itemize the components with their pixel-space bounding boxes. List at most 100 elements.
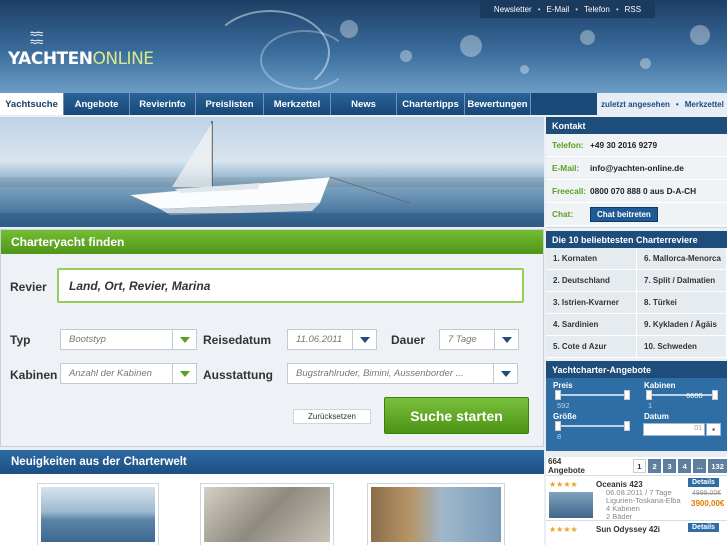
kontakt-phone: Telefon: +49 30 2016 9279 bbox=[546, 134, 727, 157]
reisedatum-select[interactable]: 11.06.2011 bbox=[287, 329, 377, 350]
tab-angebote[interactable]: Angebote bbox=[64, 93, 130, 115]
slider-handle[interactable] bbox=[712, 390, 718, 400]
charter-offers-filter: Yachtcharter-Angebote Preis 592 Kabinen … bbox=[546, 361, 727, 451]
tab-chartertipps[interactable]: Chartertipps bbox=[397, 93, 465, 115]
page-link[interactable]: 2 bbox=[647, 459, 662, 473]
dauer-label: Dauer bbox=[391, 333, 426, 347]
freecall-value: 0800 070 888 0 aus D-A-CH bbox=[590, 186, 697, 196]
dauer-value: 7 Tage bbox=[448, 334, 477, 345]
results-pager: 664 Angebote 1 2 3 4 ... 132 bbox=[546, 457, 727, 475]
top-links: Newsletter • E-Mail • Telefon • RSS bbox=[480, 0, 655, 18]
chevron-down-icon bbox=[500, 370, 511, 377]
price: 3900,00€ bbox=[691, 499, 725, 508]
site-logo[interactable]: ≈≈ ≈≈ YACHTENONLINE bbox=[8, 26, 154, 69]
site-header: Newsletter • E-Mail • Telefon • RSS ≈≈ ≈≈ YA… bbox=[0, 0, 727, 93]
kontakt-title: Kontakt bbox=[546, 117, 727, 134]
preis-min: 592 bbox=[557, 401, 570, 410]
old-price: 4999,00€ bbox=[692, 490, 722, 497]
slider-handle[interactable] bbox=[646, 390, 652, 400]
kabinen-slider[interactable] bbox=[646, 390, 718, 400]
offer-name[interactable]: Sun Odyssey 42i bbox=[596, 525, 660, 534]
news-image[interactable] bbox=[38, 484, 158, 545]
kontakt-email: E-Mail: info@yachten-online.de bbox=[546, 157, 727, 180]
ausstattung-label: Ausstattung bbox=[203, 368, 273, 382]
angebote-title: Yachtcharter-Angebote bbox=[546, 361, 727, 378]
slider-handle[interactable] bbox=[624, 390, 630, 400]
typ-select[interactable]: Bootstyp bbox=[60, 329, 197, 350]
revier-link[interactable]: 1. Kornaten bbox=[546, 248, 637, 270]
reisedatum-value: 11.06.2011 bbox=[296, 334, 343, 345]
search-button[interactable]: Suche starten bbox=[384, 397, 529, 434]
chevron-down-icon bbox=[501, 336, 512, 343]
email-value[interactable]: info@yachten-online.de bbox=[590, 163, 684, 173]
offer-results: 664 Angebote 1 2 3 4 ... 132 ★★★★ Oceani… bbox=[546, 457, 727, 545]
news-image[interactable] bbox=[368, 484, 504, 545]
splash-graphic bbox=[260, 30, 350, 90]
email-link[interactable]: E-Mail bbox=[547, 5, 570, 14]
kabinen-select[interactable]: Anzahl der Kabinen bbox=[60, 363, 197, 384]
news-image[interactable] bbox=[201, 484, 333, 545]
tab-preislisten[interactable]: Preislisten bbox=[196, 93, 264, 115]
page-link[interactable]: 1 bbox=[632, 459, 646, 473]
datum-input[interactable]: 01 bbox=[643, 423, 705, 436]
rss-link[interactable]: RSS bbox=[625, 5, 641, 14]
revier-link[interactable]: 2. Deutschland bbox=[546, 270, 637, 292]
typ-label: Typ bbox=[10, 333, 31, 347]
nav-right-links: zuletzt angesehen • Merkzettel bbox=[597, 93, 727, 115]
preis-slider[interactable] bbox=[555, 390, 630, 400]
phone-label: Telefon: bbox=[552, 140, 584, 150]
details-button[interactable]: Details bbox=[688, 523, 719, 532]
chevron-down-icon bbox=[179, 370, 190, 377]
calendar-icon[interactable]: ▪ bbox=[706, 423, 721, 436]
revier-link[interactable]: 7. Split / Dalmatien bbox=[637, 270, 727, 292]
hero-image bbox=[0, 117, 544, 227]
groesse-slider[interactable] bbox=[555, 421, 630, 431]
page-link[interactable]: 132 bbox=[708, 459, 727, 473]
dauer-select[interactable]: 7 Tage bbox=[439, 329, 519, 350]
revier-link[interactable]: 10. Schweden bbox=[637, 336, 727, 358]
yacht-illustration bbox=[0, 121, 544, 227]
revier-link[interactable]: 4. Sardinien bbox=[546, 314, 637, 336]
offer-item[interactable]: ★★★★ Sun Odyssey 42i Details bbox=[546, 520, 727, 544]
sidebar: Kontakt Telefon: +49 30 2016 9279 E-Mail:… bbox=[546, 117, 727, 451]
revier-input[interactable]: Land, Ort, Revier, Marina bbox=[57, 268, 524, 303]
revier-link[interactable]: 6. Mallorca-Menorca bbox=[637, 248, 727, 270]
chat-label: Chat: bbox=[552, 209, 574, 219]
datum-value: 01 bbox=[694, 425, 702, 432]
tab-merkzettel[interactable]: Merkzettel bbox=[264, 93, 331, 115]
kabinen-label: Kabinen bbox=[644, 381, 676, 390]
slider-handle[interactable] bbox=[555, 421, 561, 431]
page-link[interactable]: ... bbox=[693, 459, 707, 473]
news-section: Neuigkeiten aus der Charterwelt bbox=[0, 450, 544, 545]
page-link[interactable]: 4 bbox=[678, 459, 692, 473]
groesse-label: Größe bbox=[553, 412, 577, 421]
tab-news[interactable]: News bbox=[331, 93, 397, 115]
chevron-down-icon bbox=[179, 336, 190, 343]
slider-handle[interactable] bbox=[555, 390, 561, 400]
offer-item[interactable]: ★★★★ Oceanis 423 06.08.2011 / 7 Tage Lig… bbox=[546, 475, 727, 521]
tab-revierinfo[interactable]: Revierinfo bbox=[130, 93, 196, 115]
newsletter-link[interactable]: Newsletter bbox=[494, 5, 532, 14]
results-count: 664 Angebote bbox=[548, 457, 585, 475]
kabinen-value: Anzahl der Kabinen bbox=[69, 368, 152, 379]
tab-bewertungen[interactable]: Bewertungen bbox=[465, 93, 531, 115]
freecall-label: Freecall: bbox=[552, 186, 587, 196]
recently-viewed-link[interactable]: zuletzt angesehen bbox=[601, 100, 670, 109]
slider-handle[interactable] bbox=[624, 421, 630, 431]
details-button[interactable]: Details bbox=[688, 478, 719, 487]
revier-link[interactable]: 8. Türkei bbox=[637, 292, 727, 314]
merkzettel-link[interactable]: Merkzettel bbox=[685, 100, 724, 109]
chevron-down-icon bbox=[359, 336, 370, 343]
ausstattung-select[interactable]: Bugstrahlruder, Bimini, Aussenborder ... bbox=[287, 363, 518, 384]
waves-icon: ≈≈ ≈≈ bbox=[30, 26, 43, 49]
chat-join-button[interactable]: Chat beitreten bbox=[590, 206, 658, 222]
revier-link[interactable]: 9. Kykladen / Ägäis bbox=[637, 314, 727, 336]
tab-yachtsuche[interactable]: Yachtsuche bbox=[0, 93, 64, 115]
reset-button[interactable]: Zurücksetzen bbox=[293, 409, 371, 424]
telefon-link[interactable]: Telefon bbox=[584, 5, 610, 14]
revier-link[interactable]: 5. Cote d Azur bbox=[546, 336, 637, 358]
page-link[interactable]: 3 bbox=[663, 459, 677, 473]
typ-value: Bootstyp bbox=[69, 334, 106, 345]
kontakt-chat: Chat: Chat beitreten bbox=[546, 203, 727, 226]
revier-link[interactable]: 3. Istrien-Kvarner bbox=[546, 292, 637, 314]
